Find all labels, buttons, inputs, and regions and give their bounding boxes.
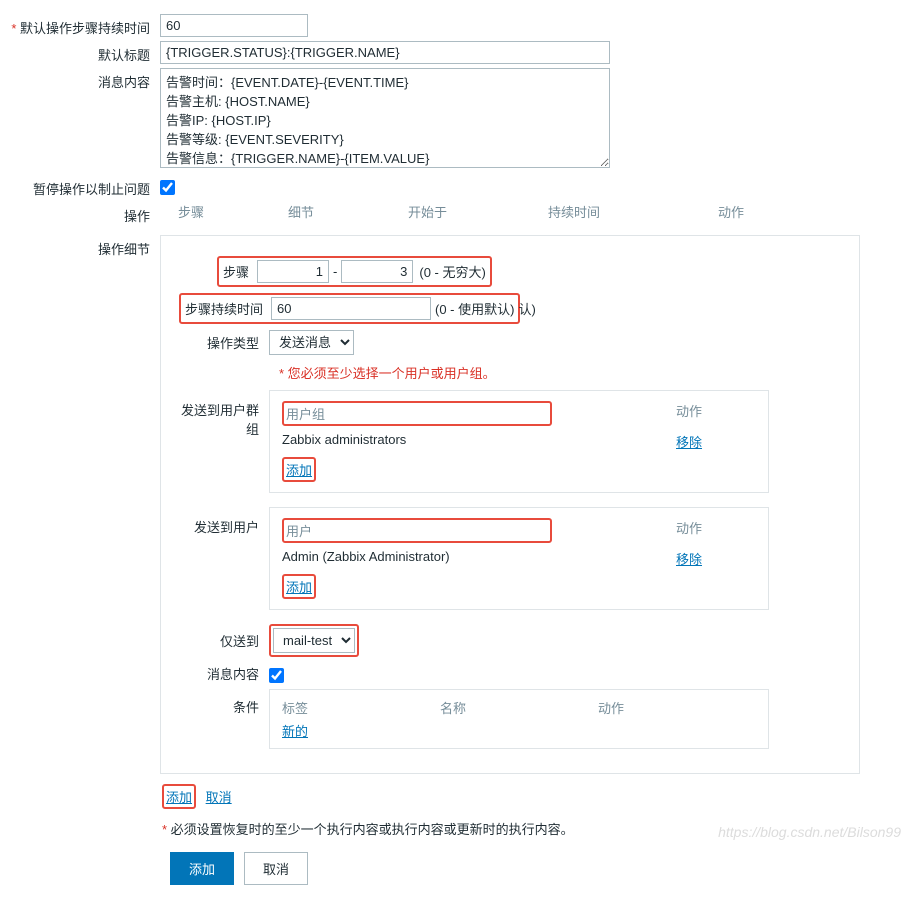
pause-ops-checkbox[interactable] <box>160 180 175 195</box>
cond-label: 条件 <box>179 689 269 716</box>
send-only-select[interactable]: mail-test <box>273 628 355 653</box>
user-group-box: 用户组 动作 Zabbix administrators 移除 添加 <box>269 390 769 493</box>
operation-details-label: 操作细节 <box>0 235 160 258</box>
op-add-link[interactable]: 添加 <box>166 790 192 805</box>
pause-ops-label: 暂停操作以制止问题 <box>0 175 160 198</box>
recovery-note: 必须设置恢复时的至少一个执行内容或执行内容或更新时的执行内容。 <box>171 822 574 837</box>
step-duration-input[interactable] <box>271 297 431 320</box>
msg-content-label: 消息内容 <box>179 664 269 683</box>
cond-new-link[interactable]: 新的 <box>282 724 308 739</box>
step-to-input[interactable] <box>341 260 413 283</box>
ops-col-action: 动作 <box>718 202 744 221</box>
cond-name-header: 名称 <box>440 698 598 717</box>
ops-col-detail: 细节 <box>288 202 408 221</box>
step-hint: (0 - 无穷大) <box>419 262 485 281</box>
step-duration-hint: (0 - 使用默认) <box>435 299 514 318</box>
ops-col-step: 步骤 <box>178 202 288 221</box>
default-subject-input[interactable] <box>160 41 610 64</box>
user-group-action-header: 动作 <box>676 401 756 426</box>
must-select-note: 您必须至少选择一个用户或用户组。 <box>279 363 841 382</box>
watermark: https://blog.csdn.net/Bilson99 <box>718 824 901 840</box>
user-remove-link[interactable]: 移除 <box>676 552 702 567</box>
user-group-header: 用户组 <box>282 401 552 426</box>
send-user-label: 发送到用户 <box>179 507 269 536</box>
operation-details-box: 步骤 - (0 - 无穷大) 步骤持续时间 (0 - 使用默认) 认) 操作类型 <box>160 235 860 774</box>
step-from-input[interactable] <box>257 260 329 283</box>
cond-tag-header: 标签 <box>282 698 440 717</box>
user-box: 用户 动作 Admin (Zabbix Administrator) 移除 添加 <box>269 507 769 610</box>
user-header: 用户 <box>282 518 552 543</box>
cond-box: 标签 名称 动作 新的 <box>269 689 769 749</box>
op-type-label: 操作类型 <box>179 333 269 352</box>
default-step-duration-label: 默认操作步骤持续时间 <box>0 14 160 37</box>
op-type-select[interactable]: 发送消息 <box>269 330 354 355</box>
operations-label: 操作 <box>0 202 160 225</box>
step-label: 步骤 <box>223 262 257 281</box>
send-group-label: 发送到用户群组 <box>179 390 269 438</box>
cancel-button[interactable]: 取消 <box>244 852 308 885</box>
ops-col-start: 开始于 <box>408 202 548 221</box>
ops-col-duration: 持续时间 <box>548 202 718 221</box>
user-group-row: Zabbix administrators <box>282 432 676 451</box>
user-action-header: 动作 <box>676 518 756 543</box>
message-textarea[interactable] <box>160 68 610 168</box>
default-step-duration-input[interactable] <box>160 14 308 37</box>
add-button[interactable]: 添加 <box>170 852 234 885</box>
group-add-link[interactable]: 添加 <box>286 463 312 478</box>
send-only-label: 仅送到 <box>179 631 269 650</box>
group-remove-link[interactable]: 移除 <box>676 435 702 450</box>
cond-action-header: 动作 <box>598 698 756 717</box>
user-add-link[interactable]: 添加 <box>286 580 312 595</box>
message-label: 消息内容 <box>0 68 160 91</box>
default-subject-label: 默认标题 <box>0 41 160 64</box>
op-cancel-link[interactable]: 取消 <box>206 790 232 805</box>
step-duration-label: 步骤持续时间 <box>185 299 271 318</box>
msg-content-checkbox[interactable] <box>269 668 284 683</box>
user-row: Admin (Zabbix Administrator) <box>282 549 676 568</box>
